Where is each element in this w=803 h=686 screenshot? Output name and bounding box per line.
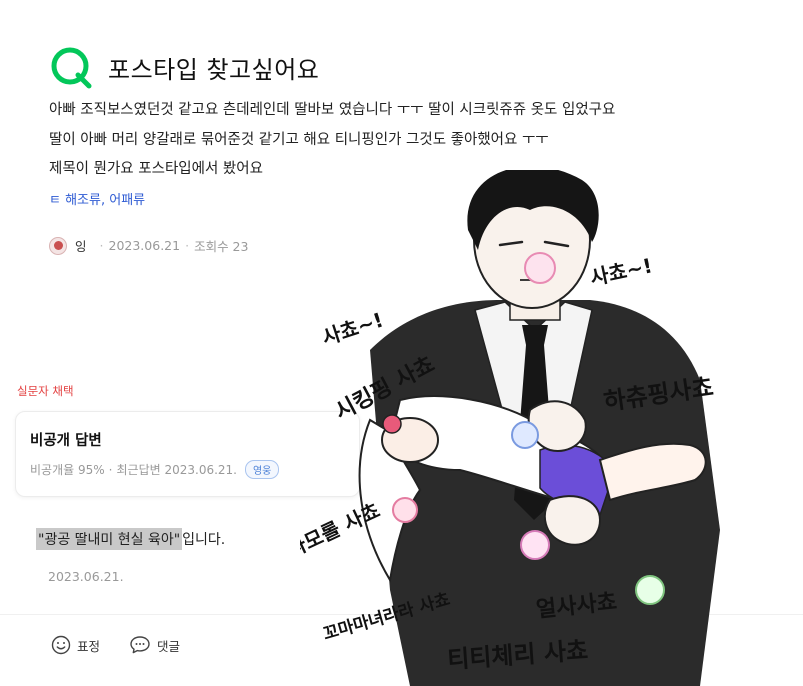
illus-sticker	[520, 530, 550, 560]
illus-sticker	[524, 252, 556, 284]
question-meta: 잉 · 2023.06.21 · 조회수 23	[49, 236, 248, 255]
illus-hand-left	[543, 495, 602, 546]
meta-separator: ·	[185, 238, 190, 253]
answer-date: 2023.06.21.	[48, 569, 124, 584]
question-line: 아빠 조직보스였던것 같고요 츤데레인데 딸바보 였습니다 ㅜㅜ 딸이 시크릿쥬…	[49, 102, 616, 118]
answer-highlight-text: "광공 딸내미 현실 육아"	[36, 528, 183, 550]
q-logo-icon	[51, 47, 92, 89]
recent-answer: 최근답변 2023.06.21.	[116, 463, 237, 477]
comment-label: 댓글	[157, 638, 181, 654]
comment-icon	[130, 636, 150, 654]
illus-caption: 사쵸~!	[319, 308, 386, 350]
rank-badge: 영웅	[244, 460, 280, 479]
question-title: 포스타입 찾고싶어요	[108, 55, 320, 84]
comment-button[interactable]: 댓글	[129, 635, 180, 655]
illus-caption: 사쵸~!	[588, 253, 654, 290]
react-button[interactable]: 표정	[51, 635, 100, 655]
illus-sticker	[635, 575, 665, 605]
adopt-rate: 비공개율 95%	[30, 463, 105, 477]
view-count: 조회수 23	[194, 239, 249, 254]
illus-sticker	[392, 497, 418, 523]
author-name[interactable]: 잉	[75, 236, 87, 255]
meta-separator: ·	[99, 238, 104, 253]
question-header: 포스타입 찾고싶어요	[48, 44, 319, 90]
react-label: 표정	[77, 638, 101, 654]
stats-separator: ·	[108, 462, 113, 477]
answerer-name: 비공개 답변	[30, 433, 102, 449]
question-line: 딸이 아빠 머리 양갈래로 묶어준것 같기고 해요 티니핑인가 그것도 좋아했어…	[49, 131, 549, 148]
smile-icon	[51, 635, 71, 655]
answerer-stats: 비공개율 95% · 최근답변 2023.06.21. 영웅	[30, 460, 345, 479]
answer-suffix: 입니다.	[182, 532, 226, 548]
avatar[interactable]	[49, 236, 67, 255]
answer-body: "광공 딸내미 현실 육아" 입니다.	[36, 528, 225, 550]
question-tags-link[interactable]: ㅌ 해조류, 어패류	[49, 189, 145, 208]
chosen-answer-label: 실문자 채택	[17, 384, 74, 398]
illus-sticker	[511, 421, 539, 449]
answer-illustration: 사쵸~! 사쵸~! 시킹핑 사쵸 하츄핑사쵸 시나모롤 사쵸 꼬마마녀라라 사쵸…	[300, 170, 720, 686]
illus-child-bow	[382, 414, 402, 434]
question-date: 2023.06.21	[108, 238, 181, 253]
